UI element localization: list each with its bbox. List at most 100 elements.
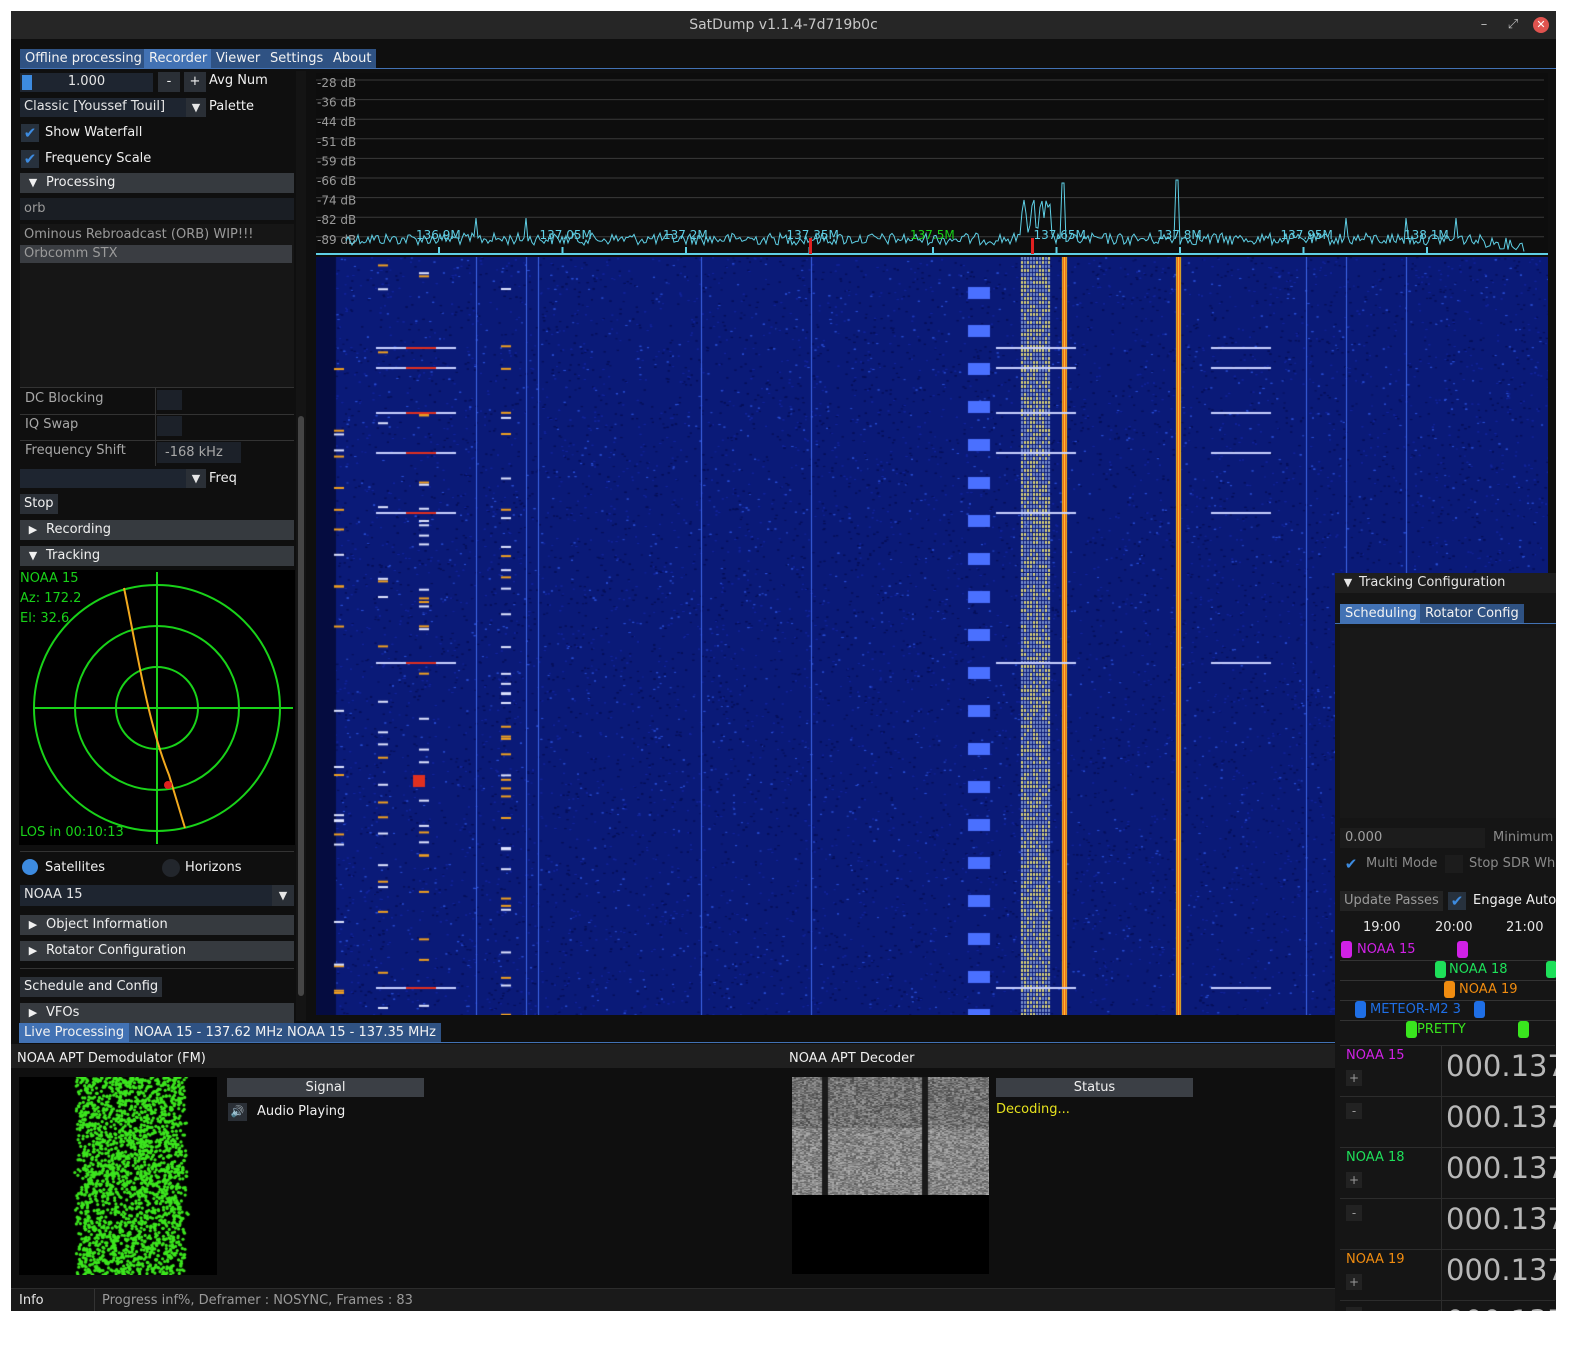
- timeline-row-pretty: PRETTY: [1340, 1020, 1556, 1040]
- close-icon[interactable]: ✕: [1533, 17, 1549, 33]
- dc-blocking-checkbox[interactable]: [157, 390, 182, 410]
- frequency-shift-input[interactable]: -168 kHz: [157, 442, 241, 463]
- vfo-frequency[interactable]: 000.137.: [1446, 1049, 1556, 1083]
- stop-sdr-label: Stop SDR Whe: [1469, 856, 1556, 871]
- pipeline-orb[interactable]: Ominous Rebroadcast (ORB) WIP!!!: [24, 227, 254, 242]
- update-passes-button[interactable]: Update Passes: [1340, 891, 1443, 911]
- vfo-frequency[interactable]: 000.137.: [1446, 1100, 1556, 1134]
- vfos-header[interactable]: ▶ VFOs: [20, 1003, 294, 1023]
- tracking-config-header[interactable]: ▼ Tracking Configuration: [1335, 573, 1556, 593]
- vfo-sat-name: NOAA 18: [1346, 1150, 1405, 1165]
- timeline-label-pretty: PRETTY: [1417, 1022, 1466, 1037]
- chevron-down-icon[interactable]: ▼: [186, 469, 206, 488]
- palette-select[interactable]: Classic [Youssef Touil] ▼: [20, 98, 206, 117]
- avg-minus-button[interactable]: -: [158, 72, 180, 92]
- fft-plot[interactable]: -28 dB -36 dB -44 dB -51 dB -59 dB -66 dB -74 …: [316, 73, 1548, 256]
- engage-autotrack-checkbox[interactable]: ✔: [1448, 892, 1466, 910]
- tab-noaa15-13762[interactable]: NOAA 15 - 137.62 MHz: [129, 1023, 288, 1042]
- minimum-input[interactable]: 0.000: [1340, 828, 1485, 848]
- horizons-radio[interactable]: [162, 859, 180, 877]
- tab-offline-processing[interactable]: Offline processing: [20, 49, 147, 68]
- vfo-plus-button[interactable]: +: [1346, 1172, 1362, 1188]
- stop-sdr-checkbox[interactable]: ✔: [1445, 855, 1463, 873]
- timeline-row-meteor: METEOR-M2 3: [1340, 1000, 1556, 1021]
- restore-icon[interactable]: ⤢: [1505, 17, 1521, 33]
- frequency-scale-checkbox[interactable]: ✔: [21, 150, 39, 168]
- avg-plus-button[interactable]: +: [184, 72, 206, 92]
- pipeline-orbcomm[interactable]: Orbcomm STX: [20, 245, 292, 263]
- multi-mode-checkbox[interactable]: ✔: [1342, 855, 1360, 873]
- chevron-down-icon[interactable]: ▼: [186, 98, 206, 117]
- vfo-row: NOAA 15 +000.137.: [1340, 1045, 1556, 1097]
- triangle-down-icon: ▼: [1343, 576, 1353, 589]
- signal-button[interactable]: Signal: [227, 1078, 424, 1097]
- pass-marker[interactable]: [1474, 1001, 1485, 1018]
- vfo-row: - 000.137.: [1340, 1198, 1556, 1250]
- status-button[interactable]: Status: [996, 1078, 1193, 1097]
- pass-timeline: 19:00 20:00 21:00 NOAA 15 NOAA 18 NOAA 1…: [1340, 918, 1556, 1041]
- pass-marker[interactable]: [1355, 1001, 1366, 1018]
- tab-recorder[interactable]: Recorder: [144, 49, 213, 68]
- recording-header[interactable]: ▶ Recording: [20, 520, 294, 540]
- schedule-and-config-button[interactable]: Schedule and Config: [20, 977, 163, 997]
- vfo-frequency[interactable]: 000.137.: [1446, 1202, 1556, 1236]
- avg-num-slider[interactable]: 1.000: [20, 73, 153, 92]
- tab-rotator-config[interactable]: Rotator Config: [1420, 604, 1524, 623]
- chevron-down-icon[interactable]: ▼: [272, 885, 294, 906]
- db-label: -36 dB: [317, 96, 356, 110]
- left-panel-scrollbar-thumb[interactable]: [298, 416, 304, 996]
- tab-noaa15-13735[interactable]: NOAA 15 - 137.35 MHz: [282, 1023, 441, 1042]
- pass-marker[interactable]: [1518, 1021, 1529, 1038]
- rotator-configuration-header[interactable]: ▶ Rotator Configuration: [20, 941, 294, 961]
- timeline-time-2000: 20:00: [1435, 920, 1473, 935]
- satellite-select[interactable]: NOAA 15 ▼: [20, 885, 294, 906]
- vfo-minus-button[interactable]: -: [1346, 1103, 1362, 1119]
- vfo-divider: [1441, 1148, 1442, 1199]
- vfo-frequency[interactable]: 000.137.: [1446, 1304, 1556, 1311]
- tab-scheduling[interactable]: Scheduling: [1340, 604, 1422, 623]
- vfo-minus-button[interactable]: -: [1346, 1205, 1362, 1221]
- pass-marker[interactable]: [1457, 941, 1468, 958]
- pass-marker[interactable]: [1435, 961, 1446, 978]
- tab-viewer[interactable]: Viewer: [211, 49, 266, 68]
- tab-about[interactable]: About: [328, 49, 377, 68]
- vfo-divider: [1441, 1199, 1442, 1250]
- pass-marker[interactable]: [1546, 961, 1556, 978]
- title-bar: SatDump v1.1.4-7d719b0c – ⤢ ✕: [11, 11, 1556, 39]
- pass-marker[interactable]: [1444, 981, 1455, 998]
- show-waterfall-checkbox[interactable]: ✔: [21, 124, 39, 142]
- minimize-icon[interactable]: –: [1476, 17, 1492, 33]
- triangle-right-icon: ▶: [28, 944, 38, 957]
- vfo-minus-button[interactable]: -: [1346, 1307, 1362, 1311]
- frequency-scale-label: Frequency Scale: [45, 151, 152, 166]
- tracking-header[interactable]: ▼ Tracking: [20, 546, 294, 566]
- triangle-down-icon: ▼: [28, 549, 38, 562]
- timeline-label-noaa18: NOAA 18: [1449, 962, 1508, 977]
- freq-select[interactable]: ▼: [20, 469, 206, 488]
- tab-settings[interactable]: Settings: [265, 49, 329, 68]
- vfo-frequency[interactable]: 000.137.: [1446, 1151, 1556, 1185]
- constellation-plot: [19, 1077, 217, 1275]
- object-information-header[interactable]: ▶ Object Information: [20, 915, 294, 935]
- pipeline-search-input[interactable]: orb: [20, 198, 294, 220]
- decoder-title: NOAA APT Decoder: [789, 1051, 915, 1066]
- satellites-radio[interactable]: [22, 859, 38, 875]
- timeline-label-noaa15: NOAA 15: [1357, 942, 1416, 957]
- pass-marker[interactable]: [1406, 1021, 1417, 1038]
- separator: [20, 851, 294, 852]
- left-panel-scrollbar[interactable]: [296, 71, 306, 1021]
- timeline-row-noaa18: NOAA 18: [1340, 960, 1556, 981]
- speaker-icon[interactable]: 🔊: [228, 1103, 247, 1121]
- pass-marker[interactable]: [1341, 941, 1352, 958]
- iq-swap-checkbox[interactable]: [157, 416, 182, 436]
- vfo-marker[interactable]: [809, 238, 812, 254]
- vfo-plus-button[interactable]: +: [1346, 1070, 1362, 1086]
- stop-button[interactable]: Stop: [20, 494, 58, 514]
- vfo-divider: [1441, 1250, 1442, 1301]
- fft-spectrum-svg: -28 dB -36 dB -44 dB -51 dB -59 dB -66 dB -74 …: [316, 76, 1548, 255]
- tab-live-processing[interactable]: Live Processing: [19, 1023, 130, 1042]
- vfo-frequency[interactable]: 000.137.: [1446, 1253, 1556, 1287]
- vfo-marker[interactable]: [1031, 238, 1034, 254]
- vfo-plus-button[interactable]: +: [1346, 1274, 1362, 1290]
- processing-header[interactable]: ▼ Processing: [20, 173, 294, 193]
